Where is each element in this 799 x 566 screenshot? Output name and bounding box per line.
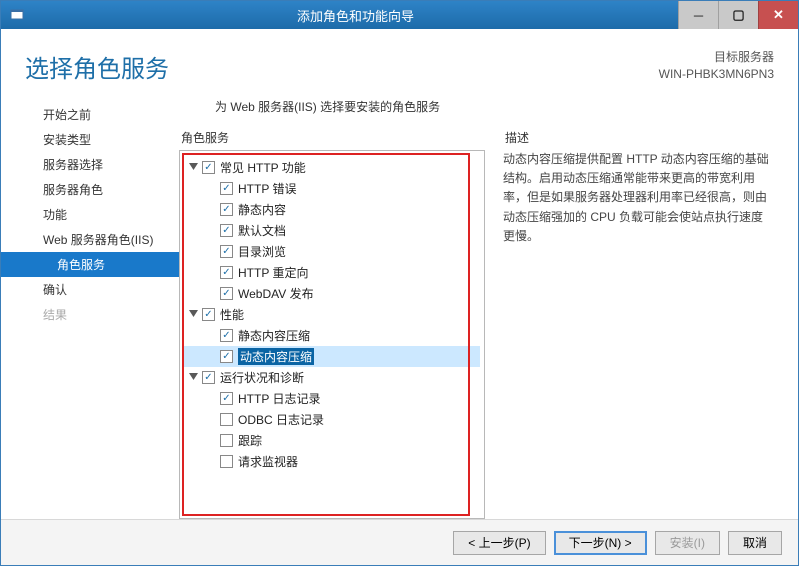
window-title: 添加角色和功能向导 — [33, 6, 678, 25]
checkbox[interactable] — [220, 224, 233, 237]
header: 选择角色服务 目标服务器 WIN-PHBK3MN6PN3 — [1, 29, 798, 92]
expander-icon[interactable] — [188, 309, 199, 320]
tree-node-label: 静态内容压缩 — [238, 327, 310, 344]
checkbox[interactable] — [220, 245, 233, 258]
minimize-icon: ─ — [694, 8, 703, 23]
tree-node-10[interactable]: 运行状况和诊断 — [184, 367, 480, 388]
roles-tree[interactable]: 常见 HTTP 功能 HTTP 错误静态内容默认文档目录浏览 HTTP 重定向 Web… — [182, 153, 482, 516]
expander-icon[interactable] — [188, 372, 199, 383]
cancel-button[interactable]: 取消 — [728, 531, 782, 555]
tree-node-label: HTTP 重定向 — [238, 264, 308, 281]
description-pane: 描述 动态内容压缩提供配置 HTTP 动态内容压缩的基础结构。启用动态压缩通常能… — [503, 129, 774, 519]
checkbox[interactable] — [220, 413, 233, 426]
checkbox[interactable] — [220, 287, 233, 300]
tree-node-0[interactable]: 常见 HTTP 功能 — [184, 157, 480, 178]
nav-item-6[interactable]: 角色服务 — [1, 252, 179, 277]
nav-item-5[interactable]: Web 服务器角色(IIS) — [1, 227, 179, 252]
tree-node-label: HTTP 日志记录 — [238, 390, 320, 407]
maximize-button[interactable]: ▢ — [718, 1, 758, 29]
tree-node-5[interactable]: HTTP 重定向 — [184, 262, 480, 283]
app-icon — [7, 5, 27, 25]
tree-node-label: 运行状况和诊断 — [220, 369, 304, 386]
wizard-nav: 开始之前安装类型服务器选择服务器角色功能Web 服务器角色(IIS)角色服务确认… — [1, 92, 179, 519]
titlebar[interactable]: 添加角色和功能向导 ─ ▢ ✕ — [1, 1, 798, 29]
nav-item-4[interactable]: 功能 — [1, 202, 179, 227]
next-button[interactable]: 下一步(N) > — [554, 531, 647, 555]
checkbox[interactable] — [220, 434, 233, 447]
footer: < 上一步(P) 下一步(N) > 安装(I) 取消 — [1, 519, 798, 565]
tree-node-12[interactable]: ODBC 日志记录 — [184, 409, 480, 430]
main: 为 Web 服务器(IIS) 选择要安装的角色服务 角色服务 常见 HTTP 功… — [179, 92, 774, 519]
checkbox[interactable] — [220, 266, 233, 279]
content: 选择角色服务 目标服务器 WIN-PHBK3MN6PN3 开始之前安装类型服务器… — [1, 29, 798, 565]
tree-node-label: HTTP 错误 — [238, 180, 296, 197]
tree-node-label: 动态内容压缩 — [238, 348, 314, 365]
tree-node-label: 默认文档 — [238, 222, 286, 239]
checkbox[interactable] — [220, 182, 233, 195]
description-text: 动态内容压缩提供配置 HTTP 动态内容压缩的基础结构。启用动态压缩通常能带来更… — [503, 150, 774, 246]
checkbox[interactable] — [202, 161, 215, 174]
target-value: WIN-PHBK3MN6PN3 — [659, 66, 774, 83]
checkbox[interactable] — [202, 371, 215, 384]
tree-node-14[interactable]: 请求监视器 — [184, 451, 480, 472]
roles-pane: 角色服务 常见 HTTP 功能 HTTP 错误静态内容默认文档目录浏览 HTTP 重… — [179, 129, 485, 519]
tree-node-11[interactable]: HTTP 日志记录 — [184, 388, 480, 409]
install-button[interactable]: 安装(I) — [655, 531, 720, 555]
tree-node-label: 性能 — [220, 306, 244, 323]
prev-button[interactable]: < 上一步(P) — [453, 531, 545, 555]
page-title: 选择角色服务 — [25, 49, 659, 84]
tree-node-1[interactable]: HTTP 错误 — [184, 178, 480, 199]
tree-node-label: 跟踪 — [238, 432, 262, 449]
target-server: 目标服务器 WIN-PHBK3MN6PN3 — [659, 49, 774, 84]
nav-item-3[interactable]: 服务器角色 — [1, 177, 179, 202]
checkbox[interactable] — [220, 392, 233, 405]
roles-label: 角色服务 — [181, 129, 485, 146]
tree-node-8[interactable]: 静态内容压缩 — [184, 325, 480, 346]
target-label: 目标服务器 — [659, 49, 774, 66]
maximize-icon: ▢ — [732, 7, 744, 23]
tree-node-7[interactable]: 性能 — [184, 304, 480, 325]
close-icon: ✕ — [773, 7, 784, 23]
checkbox[interactable] — [220, 350, 233, 363]
minimize-button[interactable]: ─ — [678, 1, 718, 29]
checkbox[interactable] — [220, 455, 233, 468]
checkbox[interactable] — [202, 308, 215, 321]
nav-item-7[interactable]: 确认 — [1, 277, 179, 302]
tree-node-label: WebDAV 发布 — [238, 285, 314, 302]
wizard-window: 添加角色和功能向导 ─ ▢ ✕ 选择角色服务 目标服务器 WIN-PHBK3MN… — [0, 0, 799, 566]
body: 开始之前安装类型服务器选择服务器角色功能Web 服务器角色(IIS)角色服务确认… — [1, 92, 798, 519]
tree-node-2[interactable]: 静态内容 — [184, 199, 480, 220]
tree-node-4[interactable]: 目录浏览 — [184, 241, 480, 262]
roles-treebox: 常见 HTTP 功能 HTTP 错误静态内容默认文档目录浏览 HTTP 重定向 Web… — [179, 150, 485, 519]
tree-node-3[interactable]: 默认文档 — [184, 220, 480, 241]
nav-item-8: 结果 — [1, 302, 179, 327]
tree-node-label: 静态内容 — [238, 201, 286, 218]
instruction: 为 Web 服务器(IIS) 选择要安装的角色服务 — [215, 98, 774, 115]
nav-item-0[interactable]: 开始之前 — [1, 102, 179, 127]
checkbox[interactable] — [220, 329, 233, 342]
tree-node-6[interactable]: WebDAV 发布 — [184, 283, 480, 304]
tree-node-label: ODBC 日志记录 — [238, 411, 324, 428]
tree-node-label: 常见 HTTP 功能 — [220, 159, 306, 176]
checkbox[interactable] — [220, 203, 233, 216]
close-button[interactable]: ✕ — [758, 1, 798, 29]
tree-node-label: 请求监视器 — [238, 453, 298, 470]
description-label: 描述 — [505, 129, 774, 146]
tree-node-9[interactable]: 动态内容压缩 — [184, 346, 480, 367]
expander-icon[interactable] — [188, 162, 199, 173]
tree-node-label: 目录浏览 — [238, 243, 286, 260]
nav-item-1[interactable]: 安装类型 — [1, 127, 179, 152]
window-buttons: ─ ▢ ✕ — [678, 1, 798, 29]
nav-item-2[interactable]: 服务器选择 — [1, 152, 179, 177]
panes: 角色服务 常见 HTTP 功能 HTTP 错误静态内容默认文档目录浏览 HTTP 重… — [179, 129, 774, 519]
tree-node-13[interactable]: 跟踪 — [184, 430, 480, 451]
